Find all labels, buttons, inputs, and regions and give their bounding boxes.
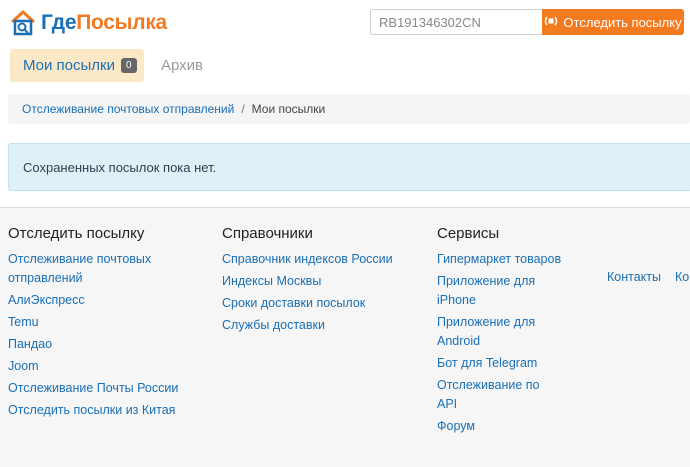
house-magnifier-logo-icon: [8, 8, 38, 38]
tab-my-parcels[interactable]: Мои посылки 0: [10, 49, 144, 82]
logo-text: ГдеПосылка: [41, 11, 167, 34]
alert-message: Сохраненных посылок пока нет.: [23, 159, 217, 175]
track-button-label: Отследить посылку: [563, 14, 682, 30]
footer-link[interactable]: Сроки доставки посылок: [222, 294, 417, 313]
footer-link[interactable]: Службы доставки: [222, 316, 417, 335]
footer: Отследить посылку Отслеживание почтовых …: [0, 207, 690, 467]
footer-column-track: Отследить посылку Отслеживание почтовых …: [8, 225, 193, 423]
footer-link[interactable]: Отслеживание Почты России: [8, 379, 193, 398]
track-parcel-button[interactable]: Отследить посылку: [542, 9, 684, 35]
breadcrumb-link-tracking[interactable]: Отслеживание почтовых отправлений: [22, 102, 234, 116]
footer-link[interactable]: Отслеживание почтовых отправлений: [8, 250, 193, 288]
footer-column-references: Справочники Справочник индексов России И…: [222, 225, 417, 338]
footer-link[interactable]: Форум: [437, 417, 562, 436]
footer-link[interactable]: Отследить посылки из Китая: [8, 401, 193, 420]
footer-link[interactable]: АлиЭкспресс: [8, 291, 193, 310]
footer-link[interactable]: Отслеживание по API: [437, 376, 562, 414]
footer-link[interactable]: Бот для Telegram: [437, 354, 562, 373]
header: ГдеПосылка Отследить посылку: [0, 0, 690, 44]
empty-parcels-alert: Сохраненных посылок пока нет.: [8, 143, 690, 191]
footer-column-services: Сервисы Гипермаркет товаров Приложение д…: [437, 225, 562, 439]
footer-link[interactable]: Joom: [8, 357, 193, 376]
footer-column-title: Справочники: [222, 225, 313, 242]
breadcrumb-separator: /: [241, 102, 245, 116]
footer-link[interactable]: Приложение для iPhone: [437, 272, 562, 310]
parcel-count-badge: 0: [121, 58, 137, 73]
tab-archive[interactable]: Архив: [161, 57, 203, 74]
footer-column-title: Отследить посылку: [8, 225, 145, 242]
site-logo[interactable]: ГдеПосылка: [8, 8, 167, 38]
footer-link[interactable]: Индексы Москвы: [222, 272, 417, 291]
footer-column-title: Сервисы: [437, 225, 500, 242]
tracking-number-input[interactable]: [370, 9, 542, 35]
breadcrumb: Отслеживание почтовых отправлений / Мои …: [8, 94, 690, 124]
footer-link[interactable]: Приложение для Android: [437, 313, 562, 351]
footer-link-contacts[interactable]: Контакты: [607, 270, 661, 284]
footer-link[interactable]: Справочник индексов России: [222, 250, 417, 269]
footer-link[interactable]: Гипермаркет товаров: [437, 250, 562, 269]
breadcrumb-current: Мои посылки: [251, 102, 326, 116]
parcel-radar-icon: [544, 14, 558, 31]
footer-link[interactable]: Temu: [8, 313, 193, 332]
footer-link[interactable]: Пандао: [8, 335, 193, 354]
tab-my-parcels-label: Мои посылки: [23, 57, 115, 74]
footer-link-truncated[interactable]: Ко: [675, 270, 689, 284]
